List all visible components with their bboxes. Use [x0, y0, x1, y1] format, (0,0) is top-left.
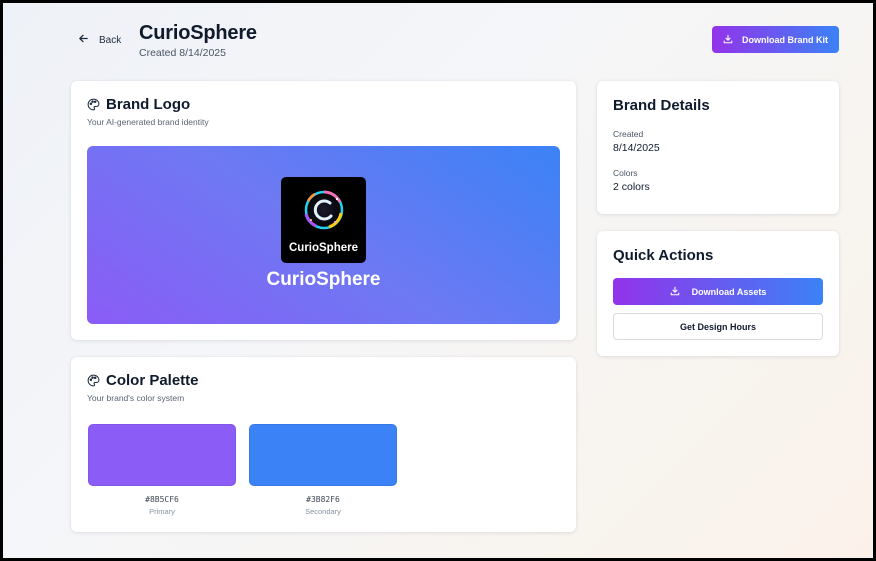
color-palette-title: Color Palette: [106, 372, 199, 389]
created-date: Created 8/14/2025: [139, 47, 226, 59]
download-brand-kit-label: Download Brand Kit: [742, 34, 828, 45]
color-palette-subtitle: Your brand's color system: [87, 393, 185, 403]
brand-name: CurioSphere: [266, 269, 381, 290]
colors-label: Colors: [613, 168, 638, 178]
created-label: Created: [613, 129, 644, 139]
download-assets-label: Download Assets: [691, 286, 767, 297]
palette-icon: [87, 374, 100, 387]
get-design-hours-button[interactable]: Get Design Hours: [613, 313, 823, 340]
brand-details-card: Brand Details Created 8/14/2025 Colors 2…: [597, 81, 839, 214]
brand-details-title: Brand Details: [613, 97, 710, 114]
sphere-logo-icon: [304, 190, 344, 230]
download-icon: [723, 34, 733, 46]
logo-preview: CurioSphere CurioSphere: [87, 146, 560, 324]
color-swatch-secondary[interactable]: [249, 424, 397, 486]
color-hex-secondary: #3B82F6: [306, 495, 340, 504]
back-label: Back: [99, 34, 122, 46]
color-hex-primary: #8B5CF6: [145, 495, 179, 504]
color-role-secondary: Secondary: [305, 507, 341, 516]
created-value: 8/14/2025: [613, 142, 660, 154]
brand-logo-title: Brand Logo: [106, 96, 191, 113]
brand-logo-card: Brand Logo Your AI-generated brand ident…: [71, 81, 576, 340]
color-swatch-primary[interactable]: [88, 424, 236, 486]
app-frame: Back CurioSphere Created 8/14/2025 Downl…: [3, 3, 873, 558]
quick-actions-title: Quick Actions: [613, 247, 714, 264]
quick-actions-card: Quick Actions Download Assets Get Design…: [597, 231, 839, 356]
color-palette-card: Color Palette Your brand's color system …: [71, 357, 576, 532]
logo-wordmark: CurioSphere: [288, 242, 358, 254]
page-title: CurioSphere: [139, 22, 257, 44]
arrow-left-icon: [78, 33, 89, 47]
page-header: CurioSphere Created 8/14/2025: [139, 22, 257, 59]
color-role-primary: Primary: [149, 507, 175, 516]
brand-logo-subtitle: Your AI-generated brand identity: [87, 117, 209, 127]
back-button[interactable]: Back: [78, 33, 121, 47]
download-brand-kit-button[interactable]: Download Brand Kit: [712, 26, 839, 53]
colors-value: 2 colors: [613, 181, 650, 193]
palette-icon: [87, 98, 100, 111]
download-assets-button[interactable]: Download Assets: [613, 278, 823, 305]
download-icon: [670, 286, 680, 298]
logo-image: CurioSphere: [281, 177, 366, 263]
